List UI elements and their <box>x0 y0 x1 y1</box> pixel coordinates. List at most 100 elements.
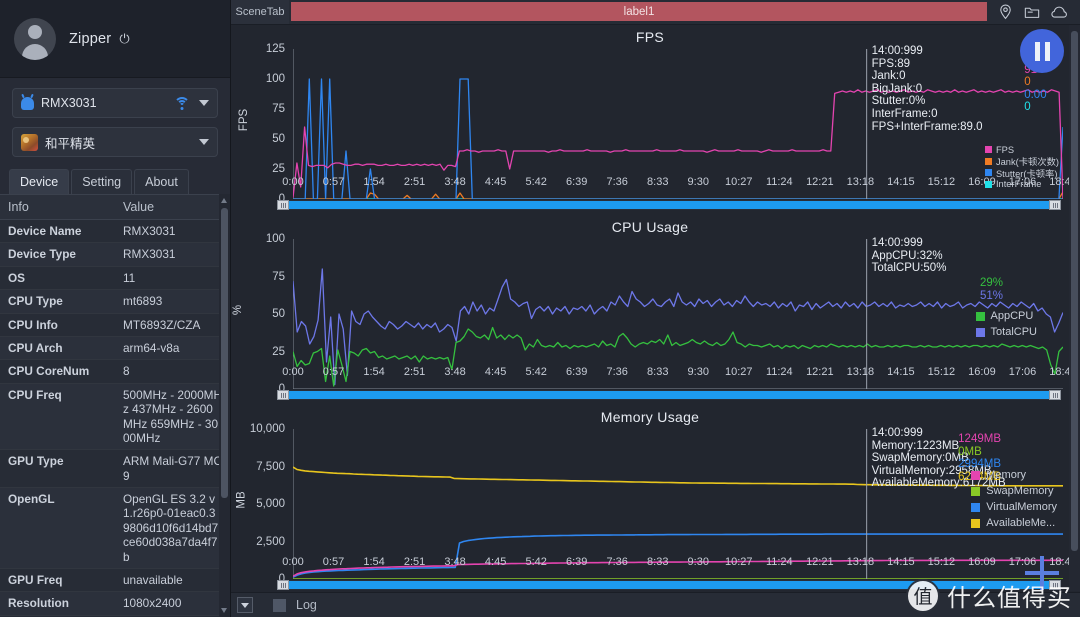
x-tick-label: 7:36 <box>606 556 628 568</box>
legend-swatch <box>984 146 992 154</box>
current-value: 0 <box>1024 101 1031 113</box>
table-row[interactable]: CPU Freq 500MHz - 2000MHz 437MHz - 2600MH… <box>0 383 230 451</box>
current-value: 0MB <box>958 445 982 458</box>
table-row[interactable]: GPU Freq unavailable <box>0 568 230 593</box>
x-tick-label: 1:54 <box>363 556 385 568</box>
device-info-panel: Info Value Device Name RMX3031 Device Type… <box>0 194 230 617</box>
info-key: CPU Info <box>0 313 115 337</box>
table-row[interactable]: CPU Type mt6893 <box>0 289 230 314</box>
x-tick-label: 12:21 <box>806 176 834 188</box>
x-tick-label: 2:51 <box>403 366 426 378</box>
legend-item[interactable]: TotalCPU <box>975 324 1037 340</box>
x-tick-label: 8:33 <box>647 366 669 378</box>
pause-button[interactable] <box>1020 29 1064 73</box>
legend-item[interactable]: SwapMemory <box>971 483 1057 499</box>
slider-track[interactable] <box>289 391 1049 399</box>
legend-label: SwapMemory <box>986 485 1054 497</box>
info-value: ARM Mali-G77 MC9 <box>115 449 230 489</box>
legend-label: InterFrame <box>995 179 1042 190</box>
sidebar-scrollbar[interactable] <box>219 194 230 617</box>
folder-icon[interactable] <box>1024 5 1040 20</box>
table-row[interactable]: CPU Info MT6893Z/CZA <box>0 313 230 337</box>
slider-handle-left[interactable] <box>277 200 289 210</box>
legend-item[interactable]: Memory <box>971 467 1057 483</box>
timeline-range-slider[interactable] <box>277 200 1061 210</box>
log-color-chip <box>273 598 286 612</box>
legend-item[interactable]: AppCPU <box>975 308 1037 324</box>
chart-cpu-usage: CPU Usage% 0 25 50 75 100 14:00:999 AppCPU:32%… <box>231 215 1077 405</box>
table-row[interactable]: Resolution 1080x2400 <box>0 591 230 616</box>
timeline-range-slider[interactable] <box>277 390 1061 400</box>
x-tick-label: 0:00 <box>282 556 304 568</box>
chart-fps: FPS FPS 0 25 50 75 100 125 14:00:999 FPS:89 Jank… <box>231 25 1077 215</box>
y-tick-label: 5,000 <box>256 498 285 510</box>
x-tick-label: 5:42 <box>525 556 547 568</box>
x-tick-label: 11:24 <box>765 176 793 188</box>
x-tick-label: 1:54 <box>363 176 385 188</box>
slider-track[interactable] <box>289 201 1049 209</box>
chevron-down-icon <box>199 139 209 145</box>
x-tick-label: 1:54 <box>363 366 385 378</box>
cloud-icon[interactable] <box>1051 5 1069 19</box>
info-key: CPU CoreNum <box>0 359 115 384</box>
scrollbar-thumb[interactable] <box>221 208 228 498</box>
legend-item[interactable]: Stutter(卡顿率) <box>984 167 1059 179</box>
log-toggle-button[interactable] <box>237 597 253 613</box>
x-tick-label: 17:06 <box>1008 366 1037 378</box>
slider-handle-right[interactable] <box>1049 390 1061 400</box>
slider-handle-left[interactable] <box>277 580 289 590</box>
selectors: RMX3031 和平精英 <box>0 78 230 166</box>
location-pin-icon[interactable] <box>998 4 1013 20</box>
top-bar: SceneTab label1 <box>231 0 1080 25</box>
x-tick-label: 0:00 <box>282 176 304 188</box>
table-row[interactable]: OpenGL OpenGL ES 3.2 v1.r26p0-01eac0.3980… <box>0 487 230 570</box>
info-key: GPU Freq <box>0 568 115 593</box>
info-key: CPU Type <box>0 289 115 314</box>
x-tick-label: 9:30 <box>687 366 709 378</box>
tab-setting[interactable]: Setting <box>71 169 133 194</box>
chart-legend: AppCPU TotalCPU <box>975 308 1037 340</box>
y-tick-label: 75 <box>272 270 285 283</box>
x-tick-label: 13:18 <box>846 176 875 188</box>
tab-about[interactable]: About <box>134 169 189 194</box>
scroll-up-icon[interactable] <box>221 198 227 203</box>
legend-swatch <box>975 327 985 337</box>
sidebar-tabs: Device Setting About <box>0 166 230 194</box>
x-tick-label: 16:09 <box>968 556 996 568</box>
x-tick-label: 15:12 <box>927 176 956 188</box>
x-tick-label: 10:27 <box>725 366 753 378</box>
chart-memory-usage: Memory Usage MB 0 2,500 5,000 7,500 10,000 14:0… <box>231 405 1077 595</box>
chart-title: Memory Usage <box>600 409 700 425</box>
current-value: 1249MB <box>958 433 1001 445</box>
tab-device[interactable]: Device <box>9 169 70 194</box>
y-tick-label: 50 <box>272 308 285 320</box>
info-key: CPU Freq <box>0 383 115 451</box>
table-row[interactable]: OS 11 <box>0 266 230 291</box>
info-value: 8 <box>115 359 230 384</box>
device-select[interactable]: RMX3031 <box>12 88 218 118</box>
legend-item[interactable]: InterFrame <box>984 179 1059 191</box>
table-row[interactable]: CPU CoreNum 8 <box>0 359 230 384</box>
table-row[interactable]: Device Name RMX3031 <box>0 219 230 244</box>
table-row[interactable]: GPU Type ARM Mali-G77 MC9 <box>0 449 230 489</box>
scroll-down-icon[interactable] <box>221 608 227 613</box>
x-axis-ticks: 0:00 0:57 1:54 2:51 3:48 4:45 5:42 6:39 7:36 8:33… <box>282 555 1076 571</box>
scene-label-bar[interactable]: label1 <box>291 2 987 21</box>
table-row[interactable]: CPU Arch arm64-v8a <box>0 336 230 361</box>
info-key: GPU Type <box>0 449 115 489</box>
legend-label: AvailableMe... <box>986 517 1056 529</box>
legend-item[interactable]: AvailableMe... <box>971 515 1057 531</box>
legend-item[interactable]: VirtualMemory <box>971 499 1057 515</box>
log-label: Log <box>296 598 317 612</box>
x-tick-label: 8:33 <box>647 176 669 188</box>
main-scrollbar[interactable] <box>1069 25 1080 591</box>
power-icon[interactable]: ⏻ <box>119 32 129 45</box>
slider-handle-right[interactable] <box>1049 200 1061 210</box>
table-row[interactable]: Device Type RMX3031 <box>0 242 230 267</box>
y-tick-label: 100 <box>265 73 285 85</box>
profile-header: Zipper ⏻ <box>0 0 230 78</box>
slider-handle-left[interactable] <box>277 390 289 400</box>
app-select[interactable]: 和平精英 <box>12 127 218 157</box>
main-scrollbar-thumb[interactable] <box>1071 31 1078 551</box>
app-root: Zipper ⏻ RMX3031 和平精英 Device Setting Abo… <box>0 0 1080 617</box>
